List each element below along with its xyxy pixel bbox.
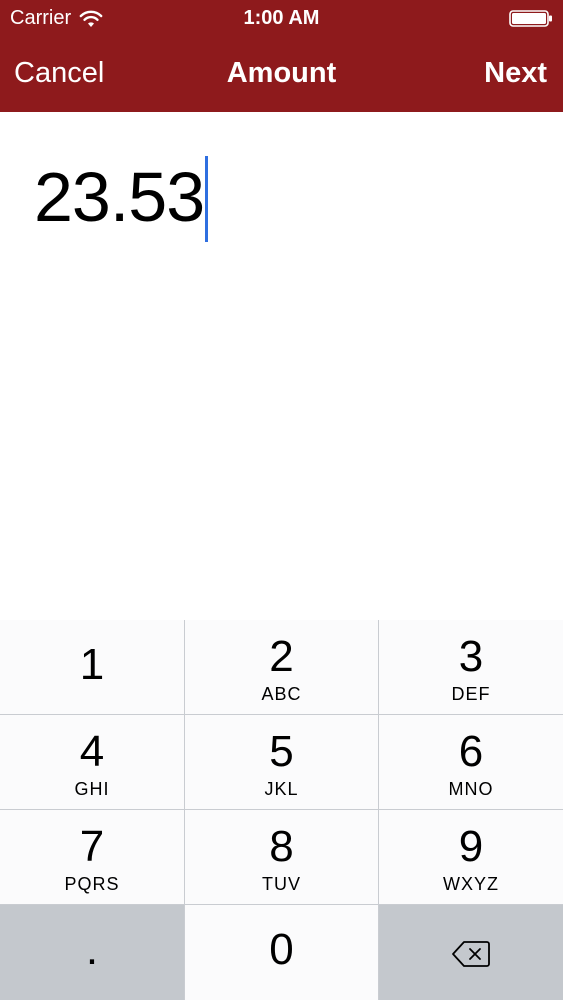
key-4[interactable]: 4 GHI [0,715,184,809]
key-6[interactable]: 6 MNO [379,715,563,809]
amount-area: 23.53 [0,112,563,620]
backspace-icon [452,941,490,967]
key-letters: ABC [261,684,302,704]
key-8[interactable]: 8 TUV [185,810,378,904]
key-letters: MNO [448,779,494,799]
key-digit: 3 [458,632,484,681]
key-letters: JKL [264,779,299,799]
text-cursor [205,156,209,242]
status-time: 1:00 AM [243,7,320,29]
key-3[interactable]: 3 DEF [379,620,563,714]
amount-value: 23.53 [34,158,205,236]
key-digit: 2 [269,632,294,681]
amount-input[interactable]: 23.53 [34,152,209,242]
decimal-label: . [85,925,99,974]
key-letters: PQRS [64,874,120,894]
key-letters: DEF [451,684,491,704]
cancel-button[interactable]: Cancel [14,57,104,90]
key-letters: TUV [262,874,301,894]
numeric-keypad: 1 2 ABC 3 DEF 4 GHI 5 JKL 6 MNO 7 PQRS 8… [0,620,563,1000]
key-letters: GHI [74,779,110,799]
key-digit: 9 [458,822,484,871]
header: Carrier 1:00 AM Cancel Amount Next [0,0,563,112]
status-bar: Carrier 1:00 AM [0,0,563,38]
key-digit: 0 [269,925,294,974]
key-digit: 4 [79,727,105,776]
key-1[interactable]: 1 [0,620,184,714]
navigation-bar: Cancel Amount Next [0,38,563,112]
key-9[interactable]: 9 WXYZ [379,810,563,904]
key-0[interactable]: 0 [185,905,378,1000]
key-2[interactable]: 2 ABC [185,620,378,714]
key-digit: 7 [79,822,105,871]
key-letters: WXYZ [443,874,499,894]
key-7[interactable]: 7 PQRS [0,810,184,904]
key-digit: 8 [269,822,294,871]
key-digit: 6 [458,727,484,776]
key-5[interactable]: 5 JKL [185,715,378,809]
battery-full-icon [509,10,552,27]
key-digit: 5 [269,727,294,776]
decimal-key[interactable]: . [0,905,184,1000]
key-digit: 1 [79,640,105,689]
delete-key[interactable] [379,905,563,1000]
next-button[interactable]: Next [484,57,547,90]
